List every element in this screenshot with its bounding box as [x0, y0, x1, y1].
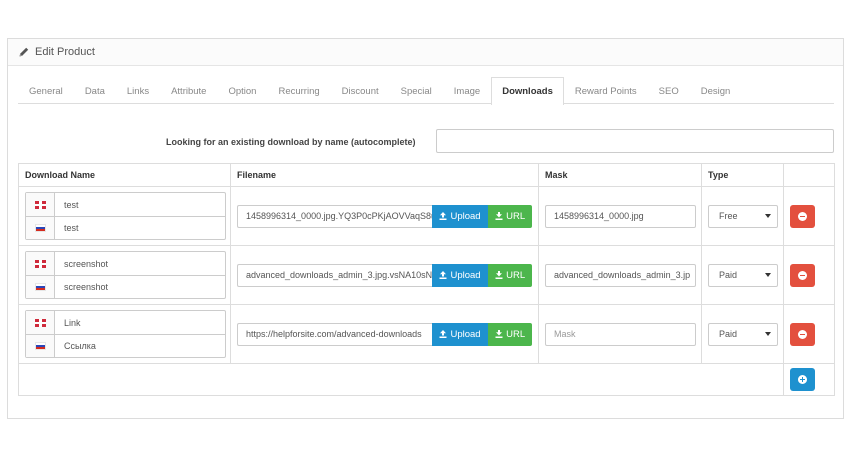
tab-attribute[interactable]: Attribute	[160, 77, 217, 104]
table-footer-row	[18, 363, 835, 396]
remove-row-button[interactable]	[790, 322, 815, 346]
type-select[interactable]: Free	[708, 204, 778, 228]
english-flag-icon	[34, 318, 46, 327]
download-name-ru-input[interactable]: test	[55, 223, 79, 233]
remove-row-button[interactable]	[790, 204, 815, 228]
tab-design[interactable]: Design	[690, 77, 742, 104]
upload-button[interactable]: Upload	[431, 322, 489, 346]
tab-special[interactable]: Special	[390, 77, 443, 104]
table-row: screenshot screenshot advanced_downloads…	[18, 245, 835, 305]
mask-input[interactable]: Mask	[545, 322, 696, 346]
mask-input[interactable]: advanced_downloads_admin_3.jp	[545, 263, 696, 287]
tab-bar: General Data Links Attribute Option Recu…	[18, 77, 834, 105]
header-mask: Mask	[538, 163, 702, 187]
tab-reward-points[interactable]: Reward Points	[564, 77, 648, 104]
download-name-group: screenshot screenshot	[25, 251, 226, 299]
filename-input[interactable]: 1458996314_0000.jpg.YQ3P0cPKjAOVVaqS8u	[237, 204, 432, 228]
download-lookup-input[interactable]	[436, 129, 834, 153]
tab-option[interactable]: Option	[217, 77, 267, 104]
upload-button[interactable]: Upload	[431, 204, 489, 228]
download-name-en-input[interactable]: Link	[55, 318, 81, 328]
downloads-table: Download Name Filename Mask Type test te…	[18, 163, 835, 396]
tab-data[interactable]: Data	[74, 77, 116, 104]
add-download-button[interactable]	[790, 368, 815, 391]
download-name-group: test test	[25, 192, 226, 240]
download-name-en-input[interactable]: test	[55, 200, 79, 210]
panel-heading: Edit Product	[8, 39, 843, 66]
english-flag-icon	[34, 200, 46, 209]
minus-circle-icon	[798, 211, 807, 221]
tab-image[interactable]: Image	[443, 77, 491, 104]
download-icon	[495, 271, 503, 279]
download-name-group: Link Ссылка	[25, 310, 226, 358]
pencil-icon	[18, 46, 30, 58]
header-type: Type	[701, 163, 784, 187]
download-name-ru-input[interactable]: Ссылка	[55, 341, 96, 351]
upload-icon	[439, 330, 447, 338]
type-select[interactable]: Paid	[708, 263, 778, 287]
download-name-en-input[interactable]: screenshot	[55, 259, 108, 269]
minus-circle-icon	[798, 329, 807, 339]
url-button[interactable]: URL	[488, 204, 532, 228]
upload-button[interactable]: Upload	[431, 263, 489, 287]
url-button[interactable]: URL	[488, 322, 532, 346]
tab-general[interactable]: General	[18, 77, 74, 104]
tab-recurring[interactable]: Recurring	[267, 77, 330, 104]
table-row: Link Ссылка https://helpforsite.com/adva…	[18, 304, 835, 364]
header-actions	[783, 163, 835, 187]
upload-icon	[439, 271, 447, 279]
russian-flag-icon	[34, 342, 46, 350]
upload-icon	[439, 212, 447, 220]
edit-product-panel: Edit Product General Data Links Attribut…	[7, 38, 844, 419]
remove-row-button[interactable]	[790, 263, 815, 287]
caret-down-icon	[765, 332, 771, 336]
caret-down-icon	[765, 214, 771, 218]
russian-flag-icon	[34, 224, 46, 232]
header-filename: Filename	[230, 163, 539, 187]
tab-links[interactable]: Links	[116, 77, 160, 104]
plus-circle-icon	[798, 375, 807, 384]
tab-seo[interactable]: SEO	[648, 77, 690, 104]
table-row: test test 1458996314_0000.jpg.YQ3P0cPKjA…	[18, 186, 835, 246]
russian-flag-icon	[34, 283, 46, 291]
download-icon	[495, 330, 503, 338]
download-icon	[495, 212, 503, 220]
download-name-ru-input[interactable]: screenshot	[55, 282, 108, 292]
filename-input[interactable]: https://helpforsite.com/advanced-downloa…	[237, 322, 432, 346]
panel-title: Edit Product	[35, 46, 95, 58]
english-flag-icon	[34, 259, 46, 268]
url-button[interactable]: URL	[488, 263, 532, 287]
mask-input[interactable]: 1458996314_0000.jpg	[545, 204, 696, 228]
caret-down-icon	[765, 273, 771, 277]
filename-input[interactable]: advanced_downloads_admin_3.jpg.vsNA10sN	[237, 263, 432, 287]
download-lookup-label: Looking for an existing download by name…	[166, 137, 416, 147]
minus-circle-icon	[798, 270, 807, 280]
header-download-name: Download Name	[18, 163, 231, 187]
tab-discount[interactable]: Discount	[331, 77, 390, 104]
tab-downloads[interactable]: Downloads	[491, 77, 564, 105]
type-select[interactable]: Paid	[708, 322, 778, 346]
